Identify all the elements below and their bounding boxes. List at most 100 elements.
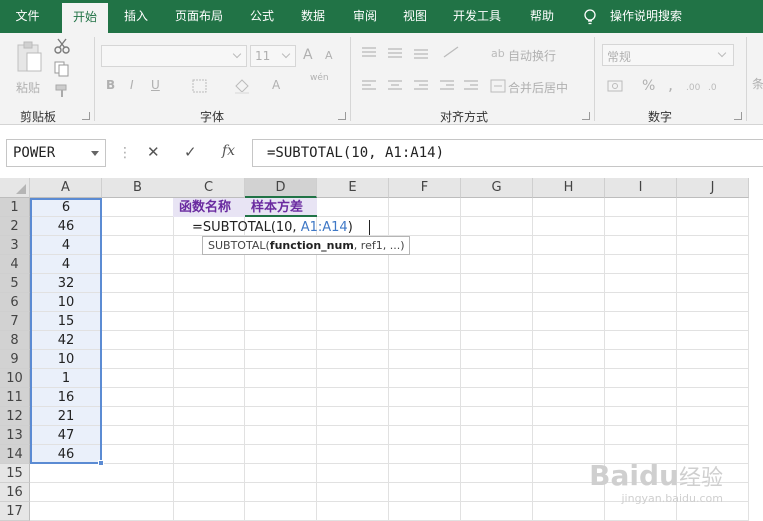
column-header-i[interactable]: I (605, 178, 677, 198)
cell[interactable] (389, 255, 461, 274)
cell[interactable] (461, 331, 533, 350)
italic-button[interactable]: I (130, 78, 134, 92)
cell[interactable] (605, 198, 677, 217)
cell[interactable] (533, 217, 605, 236)
cell[interactable] (605, 426, 677, 445)
cell[interactable] (245, 331, 317, 350)
cell[interactable] (605, 236, 677, 255)
column-header-h[interactable]: H (533, 178, 605, 198)
enter-icon[interactable]: ✓ (184, 143, 197, 161)
clipboard-launcher[interactable] (82, 112, 90, 120)
select-all-corner[interactable] (0, 178, 30, 198)
cell[interactable] (677, 426, 749, 445)
cell[interactable] (245, 350, 317, 369)
row-header-16[interactable]: 16 (0, 483, 30, 502)
cell[interactable] (102, 236, 174, 255)
cell[interactable] (677, 255, 749, 274)
cell[interactable] (173, 369, 245, 388)
cell[interactable] (533, 255, 605, 274)
column-header-d[interactable]: D (245, 178, 317, 198)
copy-icon[interactable] (54, 61, 70, 77)
cell[interactable] (173, 407, 245, 426)
cell-a10[interactable]: 1 (30, 369, 102, 388)
cell[interactable] (317, 464, 389, 483)
cell-a6[interactable]: 10 (30, 293, 102, 312)
cell-c1[interactable]: 函数名称 (173, 198, 245, 217)
row-header-12[interactable]: 12 (0, 407, 30, 426)
tab-formulas[interactable]: 公式 (240, 0, 284, 33)
cell[interactable] (317, 350, 389, 369)
currency-icon[interactable] (607, 78, 629, 94)
formula-input[interactable]: =SUBTOTAL(10, A1:A14) (252, 139, 763, 167)
number-launcher[interactable] (734, 112, 742, 120)
grow-font-button[interactable]: A (303, 47, 313, 63)
cell[interactable] (173, 350, 245, 369)
column-header-f[interactable]: F (389, 178, 461, 198)
row-header-17[interactable]: 17 (0, 502, 30, 521)
cell-a1[interactable]: 6 (30, 198, 102, 217)
cell[interactable] (677, 331, 749, 350)
name-box[interactable]: POWER (6, 139, 106, 167)
cell[interactable] (389, 293, 461, 312)
row-header-13[interactable]: 13 (0, 426, 30, 445)
cell[interactable] (173, 502, 245, 521)
cell[interactable] (245, 293, 317, 312)
cell-d1[interactable]: 样本方差 (245, 198, 317, 217)
cell[interactable] (317, 274, 389, 293)
row-header-14[interactable]: 14 (0, 445, 30, 464)
cell[interactable] (245, 426, 317, 445)
tab-data[interactable]: 数据 (290, 0, 336, 33)
row-header-11[interactable]: 11 (0, 388, 30, 407)
tab-file[interactable]: 文件 (0, 0, 55, 33)
shrink-font-button[interactable]: A (325, 49, 333, 62)
cell[interactable] (389, 388, 461, 407)
cell[interactable] (461, 426, 533, 445)
cell-a11[interactable]: 16 (30, 388, 102, 407)
column-header-g[interactable]: G (461, 178, 533, 198)
cell[interactable] (533, 369, 605, 388)
cell[interactable] (245, 502, 317, 521)
number-format-select[interactable]: 常规 (602, 44, 734, 66)
cell[interactable] (245, 312, 317, 331)
alignment-launcher[interactable] (582, 112, 590, 120)
cell[interactable] (605, 312, 677, 331)
cell[interactable] (173, 274, 245, 293)
cell[interactable] (677, 198, 749, 217)
cell[interactable] (533, 293, 605, 312)
cell[interactable] (605, 350, 677, 369)
cell[interactable] (605, 407, 677, 426)
tell-me-search[interactable]: 操作说明搜索 (604, 0, 688, 33)
cell[interactable] (605, 331, 677, 350)
cell-a14[interactable]: 46 (30, 445, 102, 464)
cell[interactable] (605, 369, 677, 388)
row-header-10[interactable]: 10 (0, 369, 30, 388)
cell[interactable] (245, 483, 317, 502)
cell[interactable] (677, 407, 749, 426)
column-header-j[interactable]: J (677, 178, 749, 198)
cell[interactable] (173, 464, 245, 483)
cell[interactable] (461, 483, 533, 502)
cell[interactable] (677, 217, 749, 236)
cell[interactable] (461, 236, 533, 255)
cell[interactable] (533, 407, 605, 426)
tab-home[interactable]: 开始 (62, 3, 108, 33)
cell[interactable] (317, 312, 389, 331)
cell[interactable] (245, 274, 317, 293)
cell[interactable] (389, 198, 461, 217)
cell[interactable] (461, 312, 533, 331)
cell[interactable] (389, 426, 461, 445)
row-header-6[interactable]: 6 (0, 293, 30, 312)
cell[interactable] (605, 255, 677, 274)
cell[interactable] (102, 350, 174, 369)
cell[interactable] (605, 388, 677, 407)
cut-icon[interactable] (54, 38, 70, 54)
align-top-icon[interactable] (360, 45, 470, 61)
cell-a8[interactable]: 42 (30, 331, 102, 350)
insert-function-icon[interactable]: fx (222, 143, 235, 159)
cell-c2-edit[interactable]: =SUBTOTAL(10, A1:A14) (192, 218, 353, 237)
cell-a12[interactable]: 21 (30, 407, 102, 426)
cell[interactable] (102, 483, 174, 502)
cell[interactable] (245, 388, 317, 407)
cell-a3[interactable]: 4 (30, 236, 102, 255)
cell[interactable] (245, 464, 317, 483)
